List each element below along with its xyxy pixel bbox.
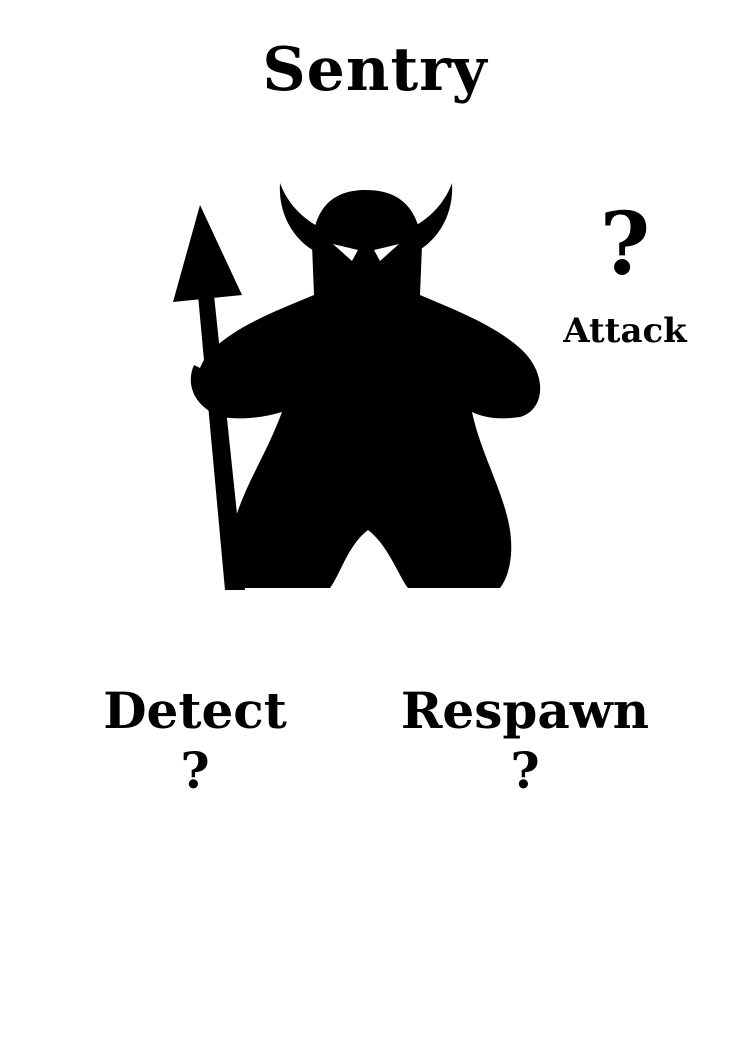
spear-head bbox=[173, 205, 242, 302]
stat-attack: ? Attack bbox=[555, 195, 695, 353]
attack-value: ? bbox=[599, 194, 651, 295]
respawn-label: Respawn bbox=[400, 681, 650, 740]
sentry-body bbox=[196, 190, 541, 588]
horned-meeple-with-spear-icon bbox=[173, 183, 541, 590]
game-card: Sentry ? Attack Detect ? Respawn ? bbox=[0, 0, 750, 1050]
stat-respawn: Respawn ? bbox=[390, 680, 660, 800]
stat-detect: Detect ? bbox=[90, 680, 300, 800]
detect-value: ? bbox=[180, 741, 210, 800]
respawn-value: ? bbox=[510, 741, 540, 800]
attack-label: Attack bbox=[563, 311, 687, 351]
card-title: Sentry bbox=[262, 35, 488, 105]
detect-label: Detect bbox=[103, 681, 287, 740]
sentry-figure bbox=[160, 175, 560, 605]
